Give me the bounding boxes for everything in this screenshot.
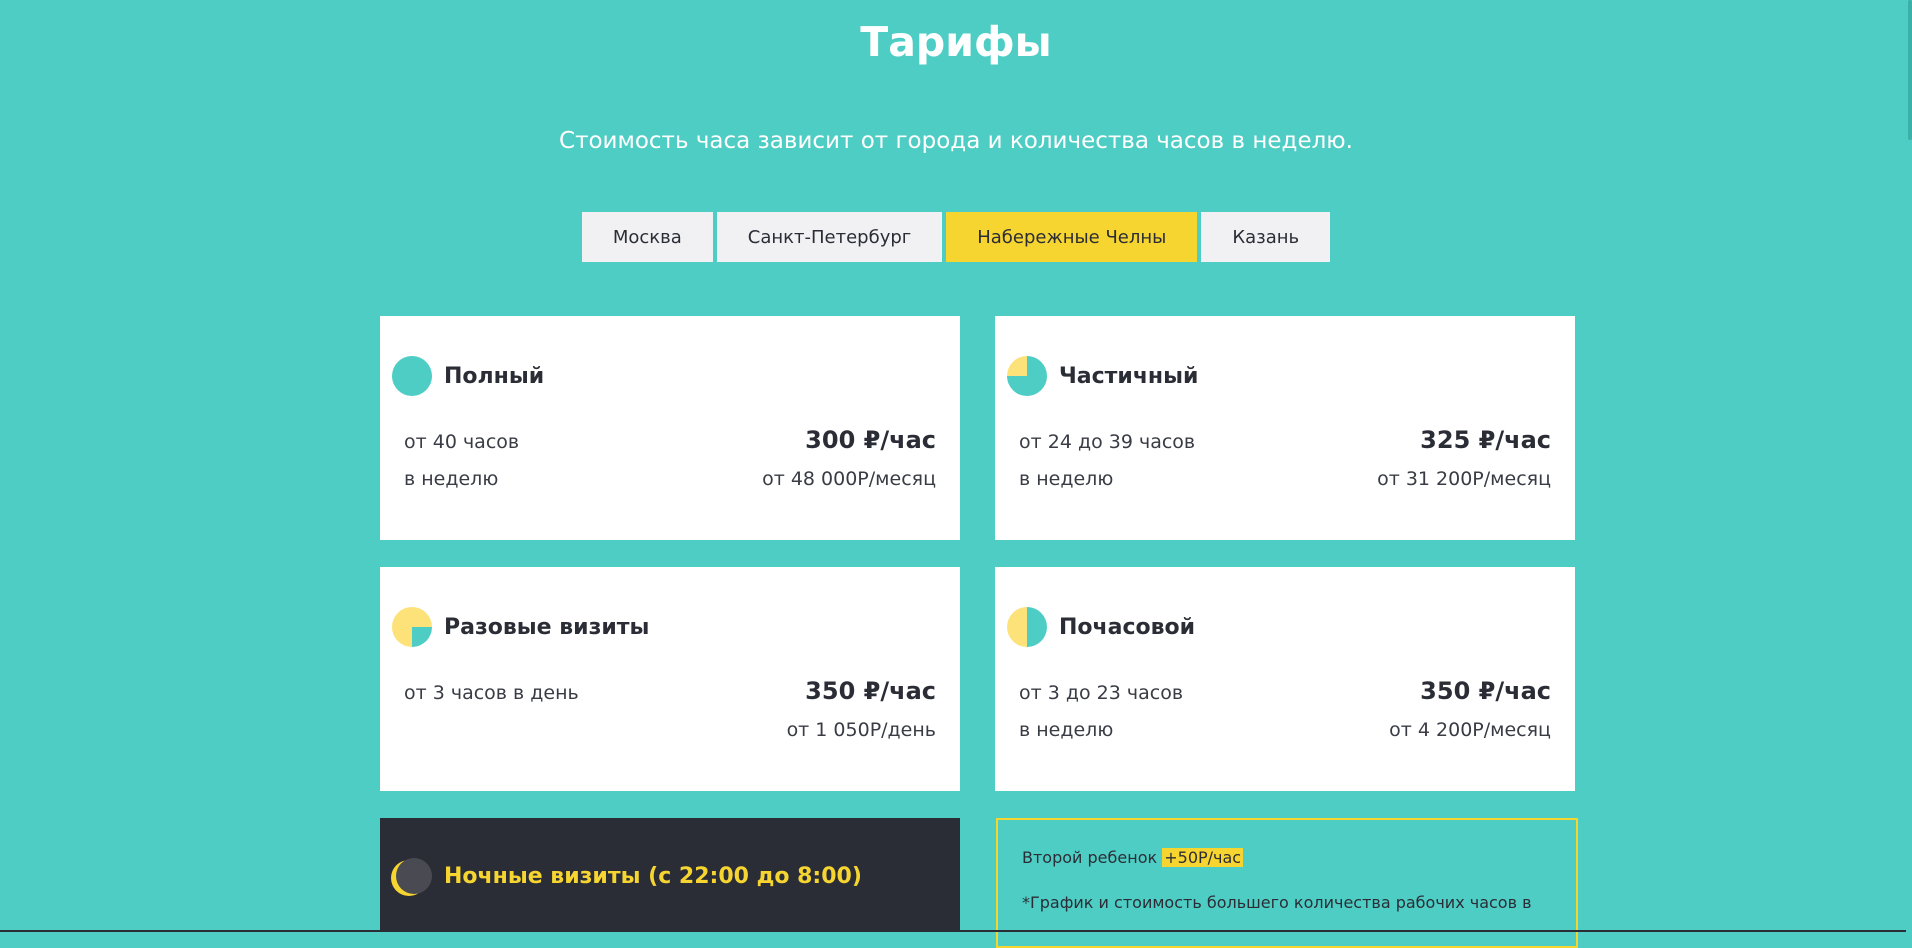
card-title: Частичный — [1059, 363, 1199, 389]
card-header: Полный — [392, 356, 544, 396]
city-tabs: Москва Санкт-Петербург Набережные Челны … — [0, 212, 1912, 262]
half-pie-icon — [1007, 607, 1047, 647]
hourly-price: 300 ₽/час — [805, 426, 936, 454]
hourly-price: 350 ₽/час — [1420, 677, 1551, 705]
total-price: от 1 050Р/день — [786, 719, 936, 741]
hourly-price: 350 ₽/час — [805, 677, 936, 705]
schedule-note: *График и стоимость большего количества … — [1022, 893, 1532, 912]
tab-moscow[interactable]: Москва — [581, 212, 713, 262]
second-child-note: Второй ребенок +50Р/час — [1022, 848, 1552, 867]
card-row: в неделю от 4 200Р/месяц — [1019, 719, 1551, 741]
tab-naberezhnye-chelny[interactable]: Набережные Челны — [946, 212, 1198, 262]
card-row: от 1 050Р/день — [404, 719, 936, 741]
card-row: в неделю от 31 200Р/месяц — [1019, 468, 1551, 490]
card-title: Почасовой — [1059, 614, 1196, 640]
total-price: от 31 200Р/месяц — [1377, 468, 1551, 490]
tab-saint-petersburg[interactable]: Санкт-Петербург — [716, 212, 943, 262]
tariff-card-partial: Частичный от 24 до 39 часов 325 ₽/час в … — [995, 316, 1575, 540]
card-header: Почасовой — [1007, 607, 1195, 647]
tab-kazan[interactable]: Казань — [1201, 212, 1331, 262]
page-title: Тарифы — [860, 18, 1052, 66]
total-price: от 4 200Р/месяц — [1389, 719, 1551, 741]
card-title: Полный — [444, 363, 545, 389]
extra-info-box: Второй ребенок +50Р/час *График и стоимо… — [996, 818, 1578, 948]
card-header: Ночные визиты (с 22:00 до 8:00) — [392, 858, 862, 894]
tariff-card-night-visits: Ночные визиты (с 22:00 до 8:00) — [380, 818, 960, 932]
card-row: от 3 до 23 часов 350 ₽/час — [1019, 677, 1551, 705]
card-header: Разовые визиты — [392, 607, 649, 647]
card-row: от 40 часов 300 ₽/час — [404, 426, 936, 454]
card-title: Ночные визиты (с 22:00 до 8:00) — [444, 863, 862, 889]
card-row: от 3 часов в день 350 ₽/час — [404, 677, 936, 705]
tariff-card-single-visits: Разовые визиты от 3 часов в день 350 ₽/ч… — [380, 567, 960, 791]
second-child-surcharge: +50Р/час — [1162, 848, 1244, 867]
card-row: от 24 до 39 часов 325 ₽/час — [1019, 426, 1551, 454]
full-pie-icon — [392, 356, 432, 396]
hours-range: от 24 до 39 часов — [1019, 431, 1196, 453]
page-subtitle: Стоимость часа зависит от города и колич… — [559, 128, 1353, 154]
hours-range: от 3 часов в день — [404, 682, 579, 704]
card-header: Частичный — [1007, 356, 1198, 396]
tariff-card-full: Полный от 40 часов 300 ₽/час в неделю от… — [380, 316, 960, 540]
page-scrollbar[interactable] — [1906, 0, 1912, 932]
second-child-label: Второй ребенок — [1022, 848, 1163, 867]
hours-period: в неделю — [1019, 468, 1114, 490]
three-quarter-pie-icon — [1007, 356, 1047, 396]
hours-period: в неделю — [1019, 719, 1114, 741]
quarter-pie-icon — [392, 607, 432, 647]
hours-period: в неделю — [404, 468, 499, 490]
total-price: от 48 000Р/месяц — [762, 468, 936, 490]
hours-range: от 40 часов — [404, 431, 520, 453]
moon-icon — [396, 858, 432, 894]
card-row: в неделю от 48 000Р/месяц — [404, 468, 936, 490]
hours-range: от 3 до 23 часов — [1019, 682, 1184, 704]
tariff-card-hourly: Почасовой от 3 до 23 часов 350 ₽/час в н… — [995, 567, 1575, 791]
hourly-price: 325 ₽/час — [1420, 426, 1551, 454]
card-title: Разовые визиты — [444, 614, 650, 640]
scrollbar-thumb[interactable] — [1908, 0, 1912, 140]
